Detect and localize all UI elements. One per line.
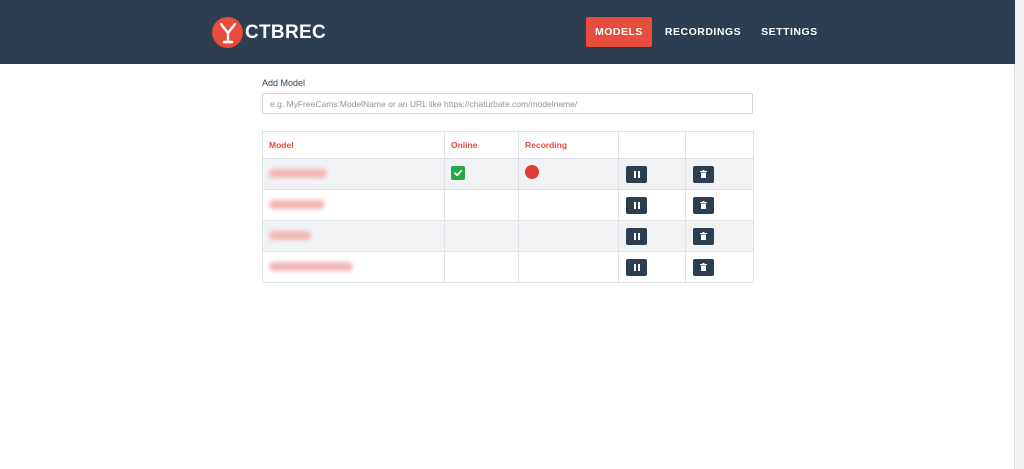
model-cell [262,251,445,283]
header-model: Model [262,131,445,159]
recording-cell [518,251,619,283]
model-cell [262,189,445,221]
delete-button[interactable] [693,227,714,245]
pause-cell [618,251,686,283]
online-check-icon [451,166,465,180]
online-cell [444,189,519,221]
online-cell [444,220,519,252]
pause-icon [633,165,641,183]
online-cell [444,158,519,190]
online-cell [444,251,519,283]
recording-cell [518,158,619,190]
table-row [262,158,754,190]
model-name-blurred[interactable] [269,169,327,178]
nav-recordings[interactable]: RECORDINGS [655,17,751,47]
recording-cell [518,189,619,221]
model-name-blurred[interactable] [269,262,353,271]
trash-icon [700,165,707,183]
header-delete [685,131,754,159]
trash-icon [700,258,707,276]
main-nav: MODELS RECORDINGS SETTINGS [586,17,828,47]
table-row [262,220,754,252]
header-recording: Recording [518,131,619,159]
delete-cell [685,158,754,190]
recording-dot-icon [525,164,539,179]
nav-settings[interactable]: SETTINGS [751,17,828,47]
top-navbar: CTBREC MODELS RECORDINGS SETTINGS [0,0,1015,64]
add-model-input[interactable] [262,93,753,114]
models-table: Model Online Recording [262,131,754,283]
pause-icon [633,196,641,214]
model-cell [262,220,445,252]
header-pause [618,131,686,159]
model-name-blurred[interactable] [269,231,311,240]
pause-icon [633,227,641,245]
table-row [262,189,754,221]
delete-button[interactable] [693,165,714,183]
brand-name: CTBREC [245,21,326,43]
scrollbar[interactable] [1014,0,1024,469]
delete-cell [685,189,754,221]
delete-cell [685,220,754,252]
model-name-blurred[interactable] [269,200,325,209]
pause-button[interactable] [626,165,647,183]
pause-cell [618,158,686,190]
pause-icon [633,258,641,276]
delete-button[interactable] [693,196,714,214]
header-online: Online [444,131,519,159]
pause-button[interactable] [626,258,647,276]
brand-logo[interactable]: CTBREC [212,17,326,48]
pause-cell [618,189,686,221]
delete-cell [685,251,754,283]
nav-models[interactable]: MODELS [586,17,652,47]
trash-icon [700,196,707,214]
pause-cell [618,220,686,252]
table-header-row: Model Online Recording [262,131,754,159]
pause-button[interactable] [626,196,647,214]
trash-icon [700,227,707,245]
delete-button[interactable] [693,258,714,276]
ctbrec-logo-icon [212,17,243,48]
table-row [262,251,754,283]
recording-cell [518,220,619,252]
pause-button[interactable] [626,227,647,245]
add-model-label: Add Model [262,78,306,88]
model-cell [262,158,445,190]
